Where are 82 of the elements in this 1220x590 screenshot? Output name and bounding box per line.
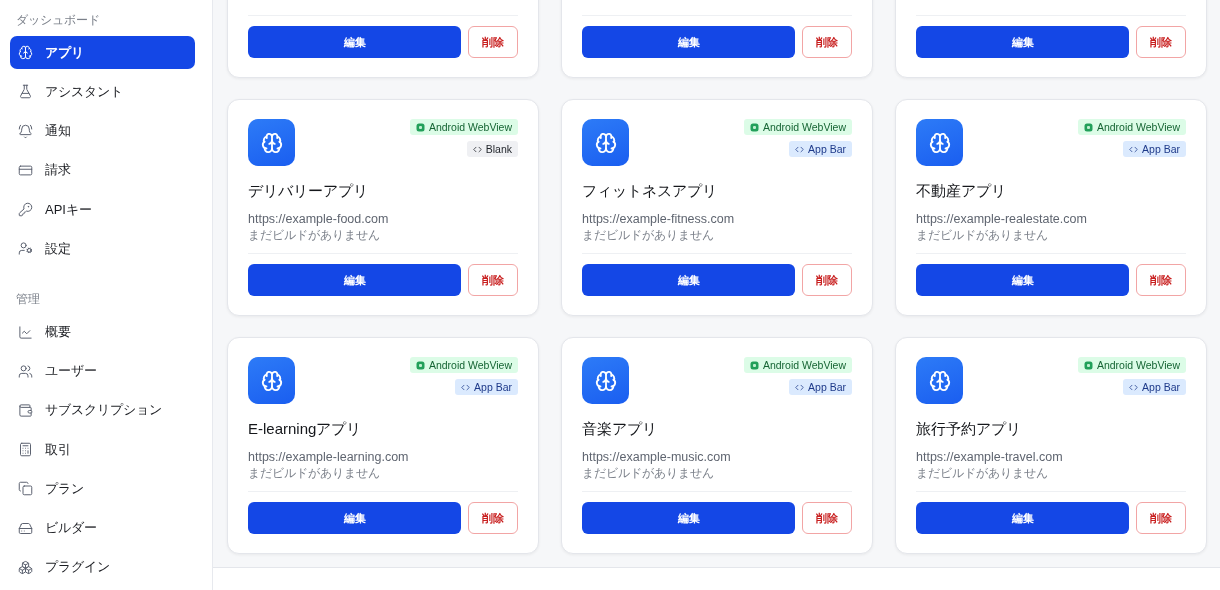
- app-name: 不動産アプリ: [916, 182, 1007, 201]
- users-icon: [18, 363, 33, 379]
- brain-icon: [18, 45, 33, 61]
- sidebar-item[interactable]: ビルダー: [10, 511, 195, 545]
- app-url: https://example-music.com: [582, 450, 732, 464]
- app-icon: [248, 357, 295, 404]
- sidebar-item[interactable]: 取引: [10, 433, 195, 467]
- app-url: https://example-realestate.com: [916, 212, 1088, 226]
- sidebar-item[interactable]: APIキー: [10, 192, 195, 227]
- delete-button[interactable]: 削除: [468, 26, 518, 58]
- app-name: デリバリーアプリ: [248, 182, 369, 201]
- template-badge: App Bar: [455, 379, 518, 395]
- sidebar-item[interactable]: プラン: [10, 472, 195, 506]
- delete-button[interactable]: 削除: [1136, 264, 1186, 296]
- edit-button[interactable]: 編集: [248, 264, 461, 296]
- app-url: https://example-food.com: [248, 212, 390, 226]
- build-status: まだビルドがありません: [248, 227, 381, 244]
- app-icon: [582, 119, 629, 166]
- app-url: https://example-travel.com: [916, 450, 1064, 464]
- line-chart-icon: [18, 324, 33, 340]
- sidebar-item[interactable]: アプリ: [10, 36, 195, 70]
- template-badge: App Bar: [789, 141, 852, 157]
- section-label: ダッシュボード: [15, 12, 101, 29]
- template-badge: App Bar: [789, 379, 852, 395]
- app-icon: [916, 357, 963, 404]
- sidebar-item[interactable]: ユーザー: [10, 354, 195, 388]
- app-name: フィットネスアプリ: [582, 182, 718, 201]
- edit-button[interactable]: 編集: [582, 502, 795, 534]
- edit-button[interactable]: 編集: [916, 264, 1129, 296]
- sidebar-item[interactable]: アシスタント: [10, 75, 195, 109]
- bell-icon: [18, 123, 33, 139]
- delete-button[interactable]: 削除: [802, 502, 852, 534]
- build-status: まだビルドがありません: [916, 465, 1049, 482]
- template-badge: App Bar: [1123, 141, 1186, 157]
- section-label: 管理: [15, 291, 41, 309]
- build-status: まだビルドがありません: [582, 465, 715, 482]
- edit-button[interactable]: 編集: [248, 502, 461, 534]
- platform-badge: Android WebView: [743, 357, 852, 373]
- build-status: まだビルドがありません: [582, 227, 715, 244]
- sidebar-item[interactable]: 通知: [10, 114, 195, 148]
- delete-button[interactable]: 削除: [1136, 502, 1186, 534]
- register-icon: [18, 442, 33, 458]
- sidebar-item[interactable]: サブスクリプション: [10, 393, 195, 428]
- template-badge: Blank: [466, 141, 518, 157]
- platform-badge: Android WebView: [1077, 119, 1186, 135]
- boxes-icon: [18, 559, 33, 575]
- card-stack-icon: [18, 481, 33, 497]
- sidebar-item[interactable]: 概要: [10, 315, 195, 349]
- delete-button[interactable]: 削除: [802, 264, 852, 296]
- sidebar-item[interactable]: プラグイン: [10, 550, 195, 585]
- edit-button[interactable]: 編集: [916, 502, 1129, 534]
- sidebar-item[interactable]: 請求: [10, 153, 195, 187]
- delete-button[interactable]: 削除: [468, 264, 518, 296]
- key-icon: [18, 202, 33, 218]
- build-status: まだビルドがありません: [248, 465, 381, 482]
- app-icon: [582, 357, 629, 404]
- app-url: https://example-fitness.com: [582, 212, 736, 226]
- app-icon: [248, 119, 295, 166]
- app-icon: [916, 119, 963, 166]
- edit-button[interactable]: 編集: [916, 26, 1129, 58]
- wallet-icon: [18, 403, 33, 418]
- user-settings-icon: [18, 241, 33, 257]
- app-url: https://example-learning.com: [248, 450, 410, 464]
- edit-button[interactable]: 編集: [582, 26, 795, 58]
- app-name: 音楽アプリ: [582, 420, 658, 439]
- flask-icon: [18, 84, 33, 100]
- platform-badge: Android WebView: [409, 119, 518, 135]
- delete-button[interactable]: 削除: [1136, 26, 1186, 58]
- platform-badge: Android WebView: [409, 357, 518, 373]
- credit-card-icon: [18, 162, 33, 178]
- app-name: 旅行予約アプリ: [916, 420, 1022, 439]
- edit-button[interactable]: 編集: [582, 264, 795, 296]
- delete-button[interactable]: 削除: [802, 26, 852, 58]
- edit-button[interactable]: 編集: [248, 26, 461, 58]
- platform-badge: Android WebView: [743, 119, 852, 135]
- delete-button[interactable]: 削除: [468, 502, 518, 534]
- platform-badge: Android WebView: [1077, 357, 1186, 373]
- build-status: まだビルドがありません: [916, 227, 1049, 244]
- drive-icon: [18, 520, 33, 536]
- template-badge: App Bar: [1123, 379, 1186, 395]
- app-name: E-learningアプリ: [248, 420, 363, 439]
- sidebar-item[interactable]: 設定: [10, 232, 195, 266]
